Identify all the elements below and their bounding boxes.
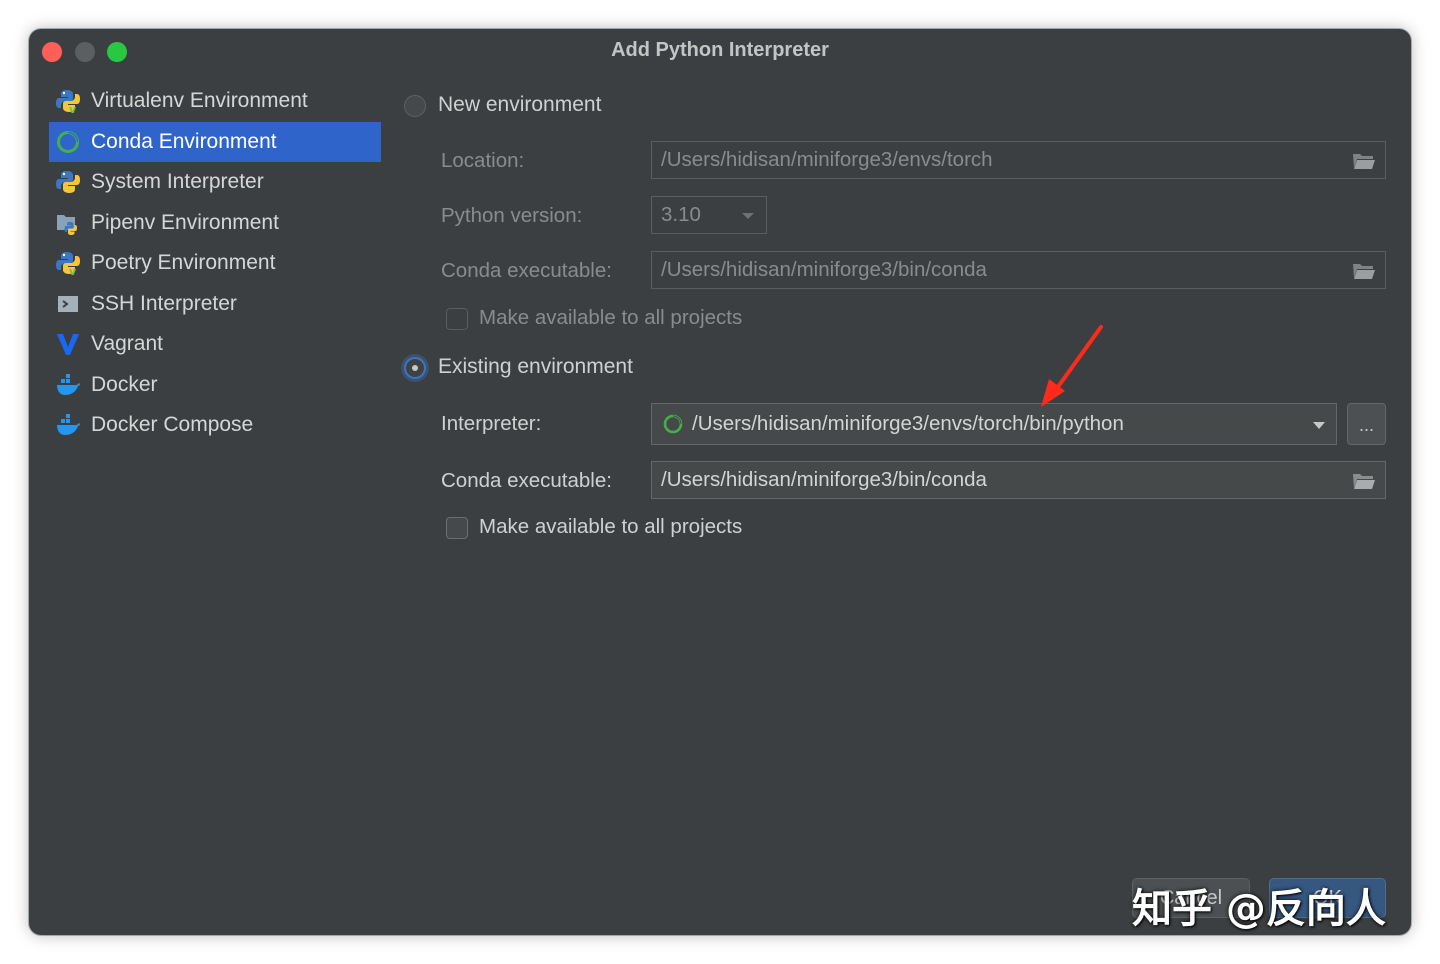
sidebar-item-docker-compose[interactable]: Docker Compose: [49, 405, 381, 446]
new-conda-executable-label: Conda executable:: [441, 259, 612, 282]
folder-icon[interactable]: [1352, 261, 1376, 281]
location-label: Location:: [441, 149, 525, 172]
sidebar-item-virtualenv[interactable]: v Virtualenv Environment: [49, 81, 381, 122]
conda-icon: [55, 129, 81, 155]
existing-environment-radio[interactable]: [404, 357, 426, 379]
new-environment-label: New environment: [438, 93, 602, 116]
python-icon: [55, 169, 81, 195]
ssh-terminal-icon: [55, 291, 81, 317]
title-bar: Add Python Interpreter: [29, 29, 1411, 75]
chevron-down-icon: [1313, 422, 1325, 429]
interpreter-value: /Users/hidisan/miniforge3/envs/torch/bin…: [692, 412, 1124, 435]
folder-icon[interactable]: [1352, 151, 1376, 171]
docker-compose-icon: [55, 412, 81, 438]
existing-make-available-checkbox[interactable]: [446, 517, 468, 539]
vagrant-icon: [55, 331, 81, 357]
svg-text:v: v: [69, 103, 77, 114]
sidebar-item-vagrant[interactable]: Vagrant: [49, 324, 381, 365]
python-version-label: Python version:: [441, 204, 583, 227]
new-make-available-checkbox[interactable]: [446, 308, 468, 330]
existing-environment-label: Existing environment: [438, 355, 633, 378]
existing-conda-executable-label: Conda executable:: [441, 469, 612, 492]
sidebar-item-label: Docker: [91, 372, 158, 396]
browse-interpreter-button[interactable]: ...: [1347, 403, 1386, 445]
sidebar-item-label: System Interpreter: [91, 170, 264, 194]
new-environment-radio[interactable]: [404, 95, 426, 117]
python-version-value: 3.10: [661, 203, 701, 226]
interpreter-type-list: v Virtualenv Environment Conda Environme…: [49, 81, 381, 446]
new-conda-executable-value: /Users/hidisan/miniforge3/bin/conda: [661, 258, 987, 281]
sidebar-item-label: Pipenv Environment: [91, 210, 279, 234]
interpreter-select[interactable]: /Users/hidisan/miniforge3/envs/torch/bin…: [651, 403, 1337, 445]
sidebar-item-label: Poetry Environment: [91, 251, 276, 275]
sidebar-item-ssh-interpreter[interactable]: SSH Interpreter: [49, 284, 381, 325]
sidebar-item-docker[interactable]: Docker: [49, 365, 381, 406]
chevron-down-icon: [742, 213, 754, 219]
existing-make-available-label: Make available to all projects: [479, 515, 743, 538]
add-python-interpreter-dialog: Add Python Interpreter v Virtualenv Envi…: [29, 29, 1411, 935]
pipenv-icon: [55, 210, 81, 236]
sidebar-item-label: SSH Interpreter: [91, 291, 237, 315]
python-version-select[interactable]: 3.10: [651, 196, 767, 234]
location-value: /Users/hidisan/miniforge3/envs/torch: [661, 148, 993, 171]
python-virtualenv-icon: v: [55, 88, 81, 114]
conda-icon: [663, 414, 683, 434]
new-conda-executable-field[interactable]: /Users/hidisan/miniforge3/bin/conda: [651, 251, 1386, 289]
sidebar-item-label: Docker Compose: [91, 413, 254, 437]
sidebar-item-poetry[interactable]: v Poetry Environment: [49, 243, 381, 284]
new-make-available-label: Make available to all projects: [479, 306, 743, 329]
existing-conda-executable-field[interactable]: /Users/hidisan/miniforge3/bin/conda: [651, 461, 1386, 499]
window-title: Add Python Interpreter: [611, 39, 829, 61]
sidebar-item-label: Virtualenv Environment: [91, 89, 308, 113]
poetry-icon: v: [55, 250, 81, 276]
docker-icon: [55, 372, 81, 398]
folder-icon[interactable]: [1352, 471, 1376, 491]
location-field[interactable]: /Users/hidisan/miniforge3/envs/torch: [651, 141, 1386, 179]
interpreter-label: Interpreter:: [441, 412, 542, 435]
existing-conda-executable-value: /Users/hidisan/miniforge3/bin/conda: [661, 468, 987, 491]
annotation-arrow-icon: [1041, 325, 1103, 407]
svg-text:v: v: [69, 265, 77, 276]
watermark: 知乎 @反向人: [1132, 886, 1386, 932]
sidebar-item-label: Conda Environment: [91, 129, 277, 153]
sidebar-item-conda[interactable]: Conda Environment: [49, 121, 381, 162]
sidebar-item-pipenv[interactable]: Pipenv Environment: [49, 203, 381, 244]
sidebar-item-label: Vagrant: [91, 332, 163, 356]
sidebar-item-system-interpreter[interactable]: System Interpreter: [49, 162, 381, 203]
